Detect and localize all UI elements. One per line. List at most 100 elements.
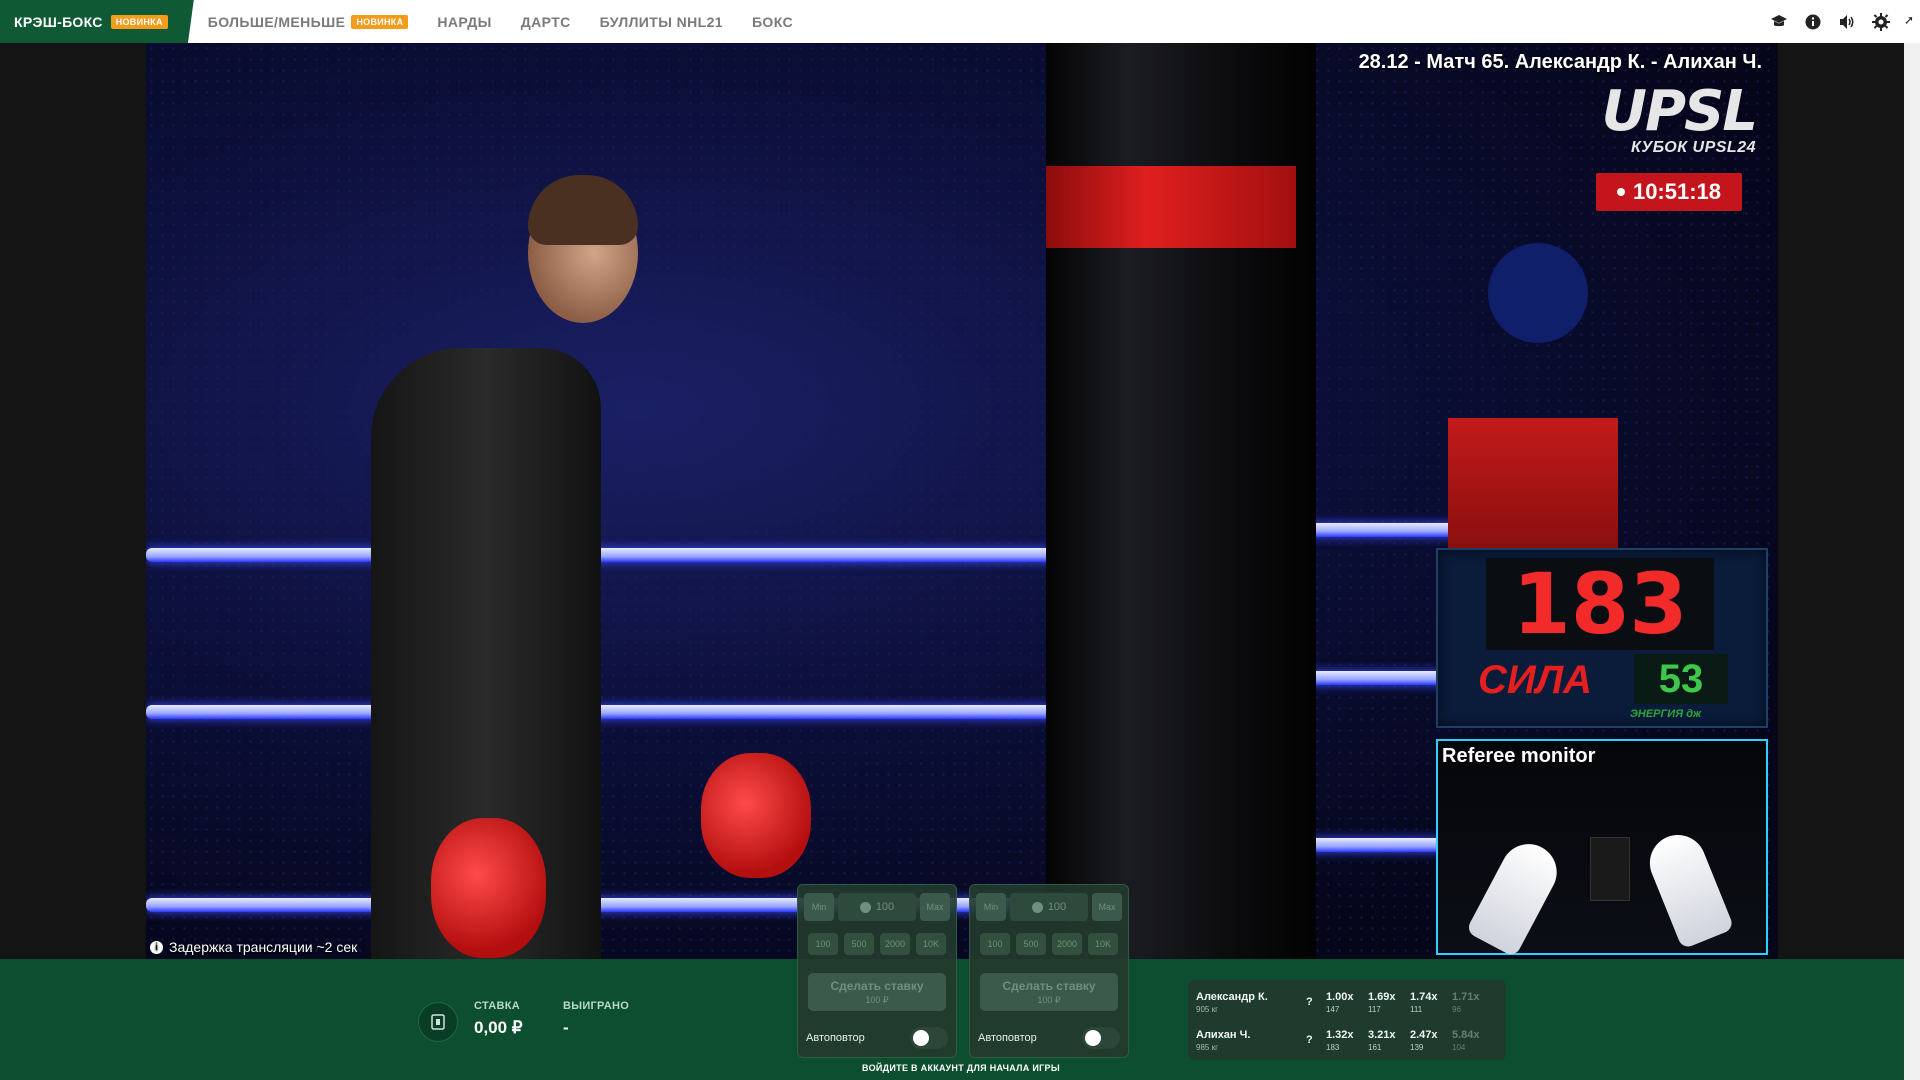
amount-input[interactable]: 100 bbox=[838, 893, 916, 921]
odds-coef: 1.71x bbox=[1452, 990, 1480, 1003]
odds-coef: 5.84x bbox=[1452, 1028, 1480, 1041]
chip-button[interactable]: 100 bbox=[980, 933, 1010, 955]
odds-threshold: 147 bbox=[1326, 1004, 1340, 1014]
graduation-cap-icon[interactable] bbox=[1770, 13, 1788, 31]
min-button[interactable]: Min bbox=[804, 893, 834, 921]
won-value: - bbox=[563, 1018, 569, 1037]
odds-cell[interactable]: 1.32x 183 bbox=[1326, 1029, 1368, 1052]
referee-monitor-title: Referee monitor bbox=[1442, 745, 1596, 767]
chip-button[interactable]: 10K bbox=[1088, 933, 1118, 955]
odds-cell[interactable]: 1.00x 147 bbox=[1326, 991, 1368, 1014]
odds-cell[interactable]: 3.21x 161 bbox=[1368, 1029, 1410, 1052]
info-icon: i bbox=[150, 940, 163, 954]
odds-coef: 1.00x bbox=[1326, 990, 1354, 1003]
energy-value: 53 bbox=[1634, 654, 1728, 704]
odds-row[interactable]: Александр К. 905 кг ? 1.00x 147 1.69x 117 … bbox=[1196, 984, 1498, 1020]
odds-threshold: 104 bbox=[1452, 1042, 1466, 1052]
volume-icon[interactable] bbox=[1838, 13, 1856, 31]
nav-item-label: НАРДЫ bbox=[437, 13, 492, 30]
nav-item-crash-box[interactable]: КРЭШ-БОКС НОВИНКА bbox=[0, 0, 194, 43]
odds-cell[interactable]: 1.71x 96 bbox=[1452, 991, 1494, 1014]
max-button[interactable]: Max bbox=[1092, 893, 1122, 921]
auto-repeat-toggle[interactable] bbox=[1082, 1027, 1120, 1049]
odds-cell[interactable]: 1.69x 117 bbox=[1368, 991, 1410, 1014]
chip-button[interactable]: 100 bbox=[808, 933, 838, 955]
make-bet-button[interactable]: Сделать ставку 100 ₽ bbox=[980, 973, 1118, 1011]
chip-button[interactable]: 2000 bbox=[880, 933, 910, 955]
odds-cell[interactable]: 2.47x 139 bbox=[1410, 1029, 1452, 1052]
stake-label: СТАВКА bbox=[474, 1000, 521, 1012]
odds-coef: 2.47x bbox=[1410, 1028, 1438, 1041]
auto-repeat-label: Автоповтор bbox=[978, 1032, 1037, 1044]
stream-delay-note: i Задержка трансляции ~2 сек bbox=[150, 939, 357, 955]
chip-button[interactable]: 10K bbox=[916, 933, 946, 955]
bottom-bar bbox=[0, 959, 1920, 1080]
video-stream[interactable]: 28.12 - Матч 65. Александр К. - Алихан Ч… bbox=[146, 43, 1778, 959]
game-tabs: БОЛЬШЕ/МЕНЬШЕ НОВИНКА НАРДЫ ДАРТС БУЛЛИТ… bbox=[208, 14, 793, 30]
amount-value: 100 bbox=[875, 901, 895, 913]
make-bet-label: Сделать ставку bbox=[830, 978, 924, 993]
chip-button[interactable]: 500 bbox=[1016, 933, 1046, 955]
amount-value: 100 bbox=[1047, 901, 1067, 913]
fighter-weight: 905 кг bbox=[1196, 1004, 1218, 1014]
live-clock: 10:51:18 bbox=[1596, 173, 1742, 211]
nav-item-label: БОКС bbox=[751, 13, 793, 30]
gear-icon[interactable] bbox=[1872, 12, 1890, 31]
info-icon[interactable] bbox=[1804, 13, 1822, 31]
power-value: 183 bbox=[1486, 558, 1714, 650]
fighter-info: Александр К. 905 кг bbox=[1196, 991, 1306, 1014]
odds-coef: 1.74x bbox=[1410, 990, 1438, 1003]
make-bet-button[interactable]: Сделать ставку 100 ₽ bbox=[808, 973, 946, 1011]
referee-monitor: Referee monitor bbox=[1436, 739, 1768, 958]
odds-row[interactable]: Алихан Ч. 985 кг ? 1.32x 183 3.21x 161 2.4… bbox=[1196, 1022, 1498, 1058]
expand-arrow-icon[interactable]: ➚ bbox=[1904, 13, 1914, 27]
nav-item-darts[interactable]: ДАРТС bbox=[521, 14, 571, 30]
energy-label: ЭНЕРГИЯ дж bbox=[1630, 708, 1702, 720]
nav-item-nhl-shootouts[interactable]: БУЛЛИТЫ NHL21 bbox=[600, 14, 723, 30]
odds-coef: 3.21x bbox=[1368, 1028, 1396, 1041]
odds-threshold: 161 bbox=[1368, 1042, 1382, 1052]
wallet-icon[interactable] bbox=[418, 1002, 458, 1042]
max-button[interactable]: Max bbox=[920, 893, 950, 921]
chip-button[interactable]: 2000 bbox=[1052, 933, 1082, 955]
odds-threshold: 111 bbox=[1410, 1004, 1423, 1014]
boxing-glove bbox=[701, 753, 811, 878]
right-gutter bbox=[1778, 43, 1904, 959]
punching-bag-band bbox=[1046, 166, 1296, 248]
odds-threshold: 117 bbox=[1368, 1004, 1381, 1014]
odds-cell[interactable]: 5.84x 104 bbox=[1452, 1029, 1494, 1052]
amount-row: Min 100 Max bbox=[976, 893, 1122, 921]
min-button[interactable]: Min bbox=[976, 893, 1006, 921]
auto-repeat-toggle[interactable] bbox=[910, 1027, 948, 1049]
chip-button[interactable]: 500 bbox=[844, 933, 874, 955]
power-scoreboard: 183 СИЛА 53 ЭНЕРГИЯ дж bbox=[1436, 548, 1768, 728]
nav-item-more-less[interactable]: БОЛЬШЕ/МЕНЬШЕ НОВИНКА bbox=[208, 14, 409, 30]
auto-repeat-row: Автоповтор bbox=[806, 1027, 948, 1049]
background-light bbox=[1488, 243, 1588, 343]
stake-value: 0,00 ₽ bbox=[474, 1018, 523, 1037]
upsl-logo: UPSL bbox=[1601, 79, 1758, 144]
odds-cell[interactable]: 1.74x 111 bbox=[1410, 991, 1452, 1014]
boxing-glove bbox=[431, 818, 546, 958]
ring-rope bbox=[146, 705, 1176, 719]
won-stat: ВЫИГРАНО - bbox=[563, 1000, 629, 1038]
fighter-info: Алихан Ч. 985 кг bbox=[1196, 1029, 1306, 1052]
odds-coef: 1.32x bbox=[1326, 1028, 1354, 1041]
match-title: 28.12 - Матч 65. Александр К. - Алихан Ч… bbox=[1358, 51, 1762, 73]
amount-input[interactable]: 100 bbox=[1010, 893, 1088, 921]
chip-row: 100 500 2000 10K bbox=[980, 933, 1118, 955]
nav-item-backgammon[interactable]: НАРДЫ bbox=[437, 14, 491, 30]
brand-label: КРЭШ-БОКС bbox=[14, 13, 103, 30]
odds-table: Александр К. 905 кг ? 1.00x 147 1.69x 117 … bbox=[1188, 980, 1506, 1060]
auto-repeat-row: Автоповтор bbox=[978, 1027, 1120, 1049]
delay-text: Задержка трансляции ~2 сек bbox=[169, 939, 358, 955]
bet-panel-1: Min 100 Max 100 500 2000 10K Сделать ста… bbox=[797, 884, 957, 1058]
page-scrollbar[interactable] bbox=[1904, 43, 1920, 1080]
ring-rope bbox=[146, 548, 1176, 562]
make-bet-label: Сделать ставку bbox=[1002, 978, 1096, 993]
odds-threshold: 183 bbox=[1326, 1042, 1340, 1052]
nav-item-label: БОЛЬШЕ/МЕНЬШЕ bbox=[207, 13, 346, 30]
nav-item-boxing[interactable]: БОКС bbox=[752, 14, 793, 30]
login-prompt: ВОЙДИТЕ В АККАУНТ ДЛЯ НАЧАЛА ИГРЫ bbox=[862, 1063, 1060, 1073]
coin-icon bbox=[1031, 901, 1043, 913]
